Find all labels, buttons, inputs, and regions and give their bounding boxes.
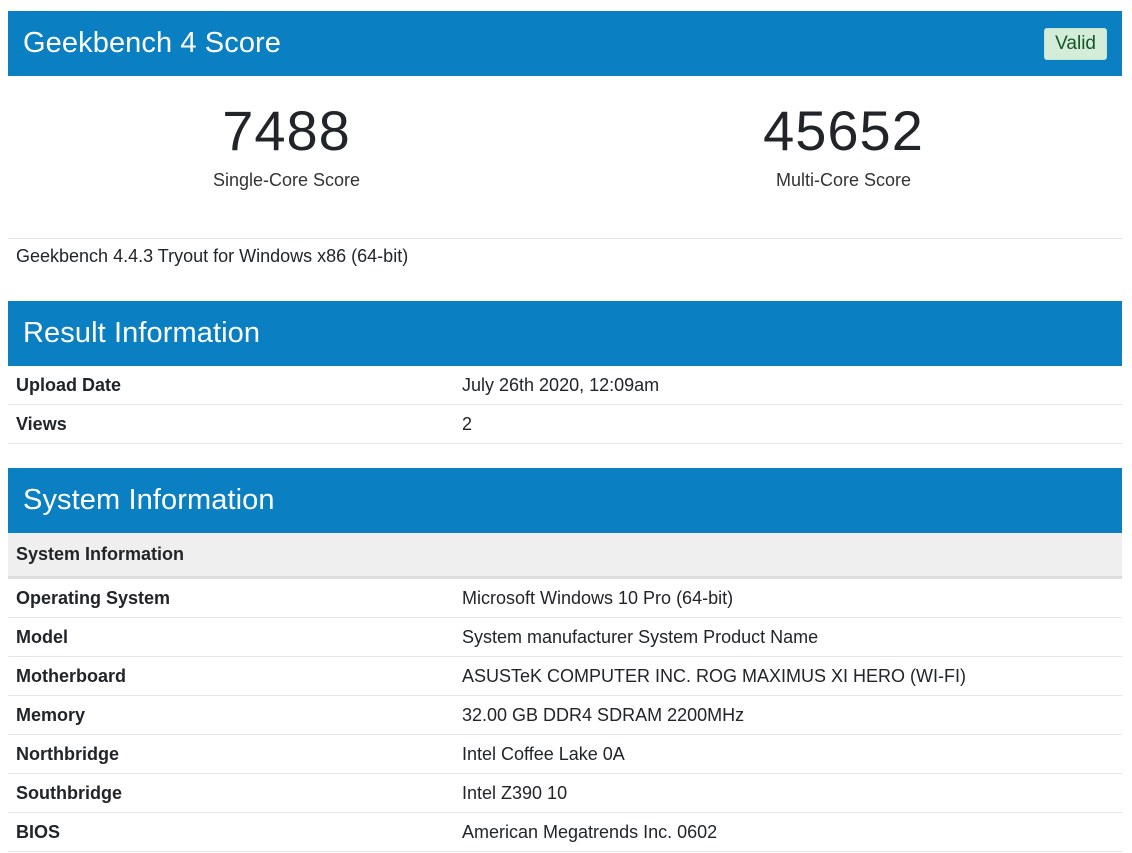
row-name: Upload Date	[8, 366, 454, 405]
table-row: Motherboard ASUSTeK COMPUTER INC. ROG MA…	[8, 656, 1122, 696]
row-name: Operating System	[8, 579, 454, 618]
row-value: July 26th 2020, 12:09am	[454, 366, 1122, 405]
row-value: Microsoft Windows 10 Pro (64-bit)	[454, 579, 1122, 618]
row-value: American Megatrends Inc. 0602	[454, 812, 1122, 852]
table-row: Memory 32.00 GB DDR4 SDRAM 2200MHz	[8, 695, 1122, 735]
row-value: 32.00 GB DDR4 SDRAM 2200MHz	[454, 695, 1122, 735]
multi-core-label: Multi-Core Score	[775, 170, 912, 190]
row-name: Southbridge	[8, 773, 454, 813]
row-name: Northbridge	[8, 734, 454, 774]
row-name: Model	[8, 617, 454, 657]
table-row: Views 2	[8, 404, 1122, 444]
system-info-title: System Information	[23, 484, 275, 516]
row-value: Intel Coffee Lake 0A	[454, 734, 1122, 774]
row-value: 2	[454, 404, 1122, 444]
score-card-header: Geekbench 4 Score Valid	[8, 11, 1122, 76]
single-core-label: Single-Core Score	[212, 170, 361, 190]
table-row: Model System manufacturer System Product…	[8, 617, 1122, 657]
table-row: Southbridge Intel Z390 10	[8, 773, 1122, 813]
row-value: Intel Z390 10	[454, 773, 1122, 813]
system-info-card: System Information System Information Op…	[8, 468, 1122, 852]
single-core-score: 7488 Single-Core Score	[8, 76, 565, 238]
version-line: Geekbench 4.4.3 Tryout for Windows x86 (…	[16, 246, 409, 266]
result-info-header: Result Information	[8, 301, 1122, 366]
row-value: System manufacturer System Product Name	[454, 617, 1122, 657]
table-row: BIOS American Megatrends Inc. 0602	[8, 812, 1122, 852]
multi-core-score: 45652 Multi-Core Score	[565, 76, 1122, 238]
multi-core-value: 45652	[763, 99, 924, 162]
result-info-table: Upload Date July 26th 2020, 12:09am View…	[8, 366, 1122, 444]
system-info-header: System Information	[8, 468, 1122, 533]
system-info-table: Operating System Microsoft Windows 10 Pr…	[8, 579, 1122, 852]
valid-badge: Valid	[1044, 27, 1107, 60]
page: Geekbench 4 Score Valid 7488 Single-Core…	[0, 0, 1132, 853]
row-name: Views	[8, 404, 454, 444]
scores-row: 7488 Single-Core Score 45652 Multi-Core …	[8, 76, 1122, 239]
row-value: ASUSTeK COMPUTER INC. ROG MAXIMUS XI HER…	[454, 656, 1122, 696]
table-row: Operating System Microsoft Windows 10 Pr…	[8, 579, 1122, 618]
row-name: Motherboard	[8, 656, 454, 696]
row-name: Memory	[8, 695, 454, 735]
single-core-value: 7488	[222, 99, 351, 162]
score-card-title: Geekbench 4 Score	[23, 27, 282, 59]
row-name: BIOS	[8, 812, 454, 852]
table-row: Northbridge Intel Coffee Lake 0A	[8, 734, 1122, 774]
score-card: Geekbench 4 Score Valid	[8, 11, 1122, 76]
table-row: Upload Date July 26th 2020, 12:09am	[8, 366, 1122, 405]
result-info-card: Result Information Upload Date July 26th…	[8, 301, 1122, 444]
result-info-title: Result Information	[23, 317, 261, 349]
system-info-subheader: System Information	[8, 533, 1122, 579]
